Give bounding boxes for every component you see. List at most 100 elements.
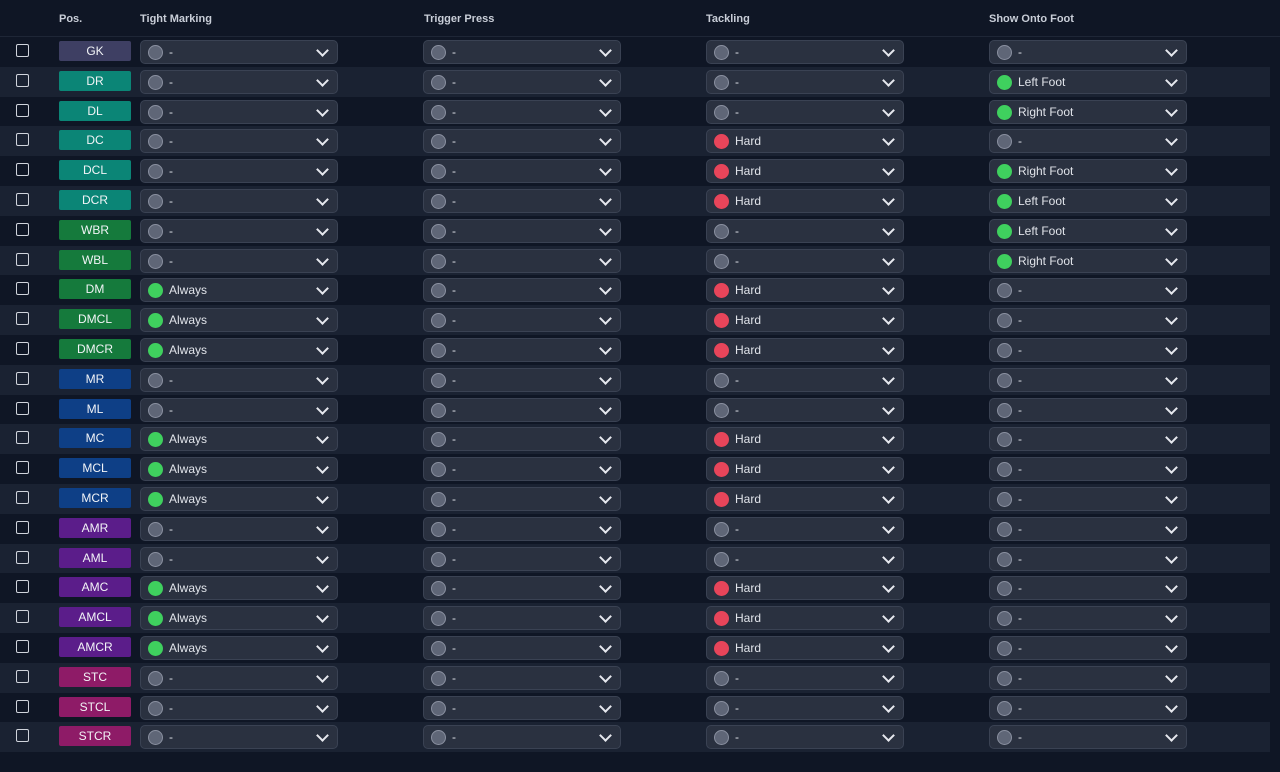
trigger-press-dropdown[interactable]: - — [423, 99, 621, 124]
tight-marking-dropdown[interactable]: - — [140, 69, 338, 94]
tight-marking-dropdown[interactable]: - — [140, 188, 338, 213]
show-onto-foot-dropdown[interactable]: - — [989, 606, 1187, 631]
show-onto-foot-dropdown[interactable]: - — [989, 695, 1187, 720]
tackling-dropdown[interactable]: - — [706, 725, 904, 750]
row-checkbox[interactable] — [16, 431, 29, 445]
show-onto-foot-dropdown[interactable]: - — [989, 576, 1187, 601]
trigger-press-dropdown[interactable]: - — [423, 606, 621, 631]
tight-marking-dropdown[interactable]: - — [140, 546, 338, 571]
row-checkbox[interactable] — [16, 192, 29, 206]
tight-marking-dropdown[interactable]: - — [140, 40, 338, 64]
show-onto-foot-dropdown[interactable]: - — [989, 40, 1187, 64]
tackling-dropdown[interactable]: Hard — [706, 486, 904, 511]
show-onto-foot-dropdown[interactable]: Right Foot — [989, 159, 1187, 184]
row-checkbox[interactable] — [16, 669, 29, 683]
tackling-dropdown[interactable]: Hard — [706, 576, 904, 601]
tight-marking-dropdown[interactable]: - — [140, 665, 338, 690]
tackling-dropdown[interactable]: - — [706, 695, 904, 720]
show-onto-foot-dropdown[interactable]: - — [989, 457, 1187, 482]
tackling-dropdown[interactable]: - — [706, 248, 904, 273]
trigger-press-dropdown[interactable]: - — [423, 546, 621, 571]
tight-marking-dropdown[interactable]: Always — [140, 337, 338, 362]
trigger-press-dropdown[interactable]: - — [423, 457, 621, 482]
tight-marking-dropdown[interactable]: - — [140, 159, 338, 184]
tight-marking-dropdown[interactable]: Always — [140, 576, 338, 601]
show-onto-foot-dropdown[interactable]: - — [989, 427, 1187, 452]
header-show-onto-foot[interactable]: Show Onto Foot — [989, 13, 1074, 25]
show-onto-foot-dropdown[interactable]: Left Foot — [989, 188, 1187, 213]
tight-marking-dropdown[interactable]: Always — [140, 606, 338, 631]
trigger-press-dropdown[interactable]: - — [423, 725, 621, 750]
trigger-press-dropdown[interactable]: - — [423, 278, 621, 303]
trigger-press-dropdown[interactable]: - — [423, 218, 621, 243]
trigger-press-dropdown[interactable]: - — [423, 427, 621, 452]
row-checkbox[interactable] — [16, 550, 29, 564]
trigger-press-dropdown[interactable]: - — [423, 40, 621, 64]
row-checkbox[interactable] — [16, 341, 29, 355]
tight-marking-dropdown[interactable]: Always — [140, 635, 338, 660]
row-checkbox[interactable] — [16, 461, 29, 475]
trigger-press-dropdown[interactable]: - — [423, 188, 621, 213]
tackling-dropdown[interactable]: Hard — [706, 635, 904, 660]
tackling-dropdown[interactable]: - — [706, 665, 904, 690]
trigger-press-dropdown[interactable]: - — [423, 248, 621, 273]
show-onto-foot-dropdown[interactable]: - — [989, 337, 1187, 362]
show-onto-foot-dropdown[interactable]: - — [989, 546, 1187, 571]
tight-marking-dropdown[interactable]: - — [140, 695, 338, 720]
row-checkbox[interactable] — [16, 73, 29, 87]
tackling-dropdown[interactable]: Hard — [706, 159, 904, 184]
tackling-dropdown[interactable]: - — [706, 546, 904, 571]
show-onto-foot-dropdown[interactable]: - — [989, 278, 1187, 303]
show-onto-foot-dropdown[interactable]: Left Foot — [989, 69, 1187, 94]
row-checkbox[interactable] — [16, 282, 29, 296]
tackling-dropdown[interactable]: Hard — [706, 188, 904, 213]
show-onto-foot-dropdown[interactable]: - — [989, 367, 1187, 392]
tight-marking-dropdown[interactable]: - — [140, 218, 338, 243]
tackling-dropdown[interactable]: - — [706, 40, 904, 64]
row-checkbox[interactable] — [16, 610, 29, 624]
tackling-dropdown[interactable]: Hard — [706, 427, 904, 452]
trigger-press-dropdown[interactable]: - — [423, 486, 621, 511]
trigger-press-dropdown[interactable]: - — [423, 635, 621, 660]
trigger-press-dropdown[interactable]: - — [423, 665, 621, 690]
tackling-dropdown[interactable]: Hard — [706, 308, 904, 333]
tight-marking-dropdown[interactable]: Always — [140, 308, 338, 333]
show-onto-foot-dropdown[interactable]: - — [989, 129, 1187, 154]
header-tackling[interactable]: Tackling — [706, 13, 750, 25]
show-onto-foot-dropdown[interactable]: - — [989, 725, 1187, 750]
row-checkbox[interactable] — [16, 163, 29, 177]
show-onto-foot-dropdown[interactable]: Right Foot — [989, 99, 1187, 124]
trigger-press-dropdown[interactable]: - — [423, 397, 621, 422]
tight-marking-dropdown[interactable]: Always — [140, 486, 338, 511]
row-checkbox[interactable] — [16, 520, 29, 534]
tight-marking-dropdown[interactable]: - — [140, 367, 338, 392]
tight-marking-dropdown[interactable]: Always — [140, 457, 338, 482]
tight-marking-dropdown[interactable]: Always — [140, 427, 338, 452]
row-checkbox[interactable] — [16, 699, 29, 713]
tackling-dropdown[interactable]: - — [706, 516, 904, 541]
row-checkbox[interactable] — [16, 252, 29, 266]
tackling-dropdown[interactable]: Hard — [706, 278, 904, 303]
tight-marking-dropdown[interactable]: - — [140, 725, 338, 750]
row-checkbox[interactable] — [16, 639, 29, 653]
row-checkbox[interactable] — [16, 580, 29, 594]
tackling-dropdown[interactable]: - — [706, 367, 904, 392]
tight-marking-dropdown[interactable]: - — [140, 99, 338, 124]
show-onto-foot-dropdown[interactable]: - — [989, 308, 1187, 333]
row-checkbox[interactable] — [16, 133, 29, 147]
show-onto-foot-dropdown[interactable]: - — [989, 486, 1187, 511]
trigger-press-dropdown[interactable]: - — [423, 337, 621, 362]
tight-marking-dropdown[interactable]: - — [140, 516, 338, 541]
header-tight-marking[interactable]: Tight Marking — [140, 13, 212, 25]
trigger-press-dropdown[interactable]: - — [423, 159, 621, 184]
show-onto-foot-dropdown[interactable]: Left Foot — [989, 218, 1187, 243]
trigger-press-dropdown[interactable]: - — [423, 69, 621, 94]
tight-marking-dropdown[interactable]: - — [140, 397, 338, 422]
row-checkbox[interactable] — [16, 729, 29, 743]
trigger-press-dropdown[interactable]: - — [423, 576, 621, 601]
row-checkbox[interactable] — [16, 371, 29, 385]
row-checkbox[interactable] — [16, 222, 29, 236]
show-onto-foot-dropdown[interactable]: Right Foot — [989, 248, 1187, 273]
tight-marking-dropdown[interactable]: - — [140, 129, 338, 154]
trigger-press-dropdown[interactable]: - — [423, 129, 621, 154]
